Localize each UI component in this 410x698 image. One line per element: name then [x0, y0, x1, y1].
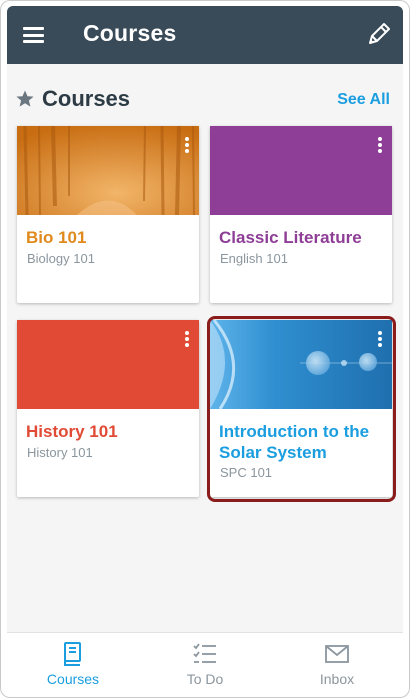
tab-inbox[interactable]: Inbox — [271, 633, 403, 693]
course-list-area: Courses See All Bio 101 Biology 101 Clas… — [7, 64, 403, 632]
book-icon — [64, 642, 81, 666]
course-card-classic-literature[interactable]: Classic Literature English 101 — [210, 126, 392, 303]
course-options-icon[interactable] — [182, 135, 192, 155]
course-card-bio-101[interactable]: Bio 101 Biology 101 — [17, 126, 199, 303]
course-card-image — [17, 126, 199, 215]
course-options-icon[interactable] — [375, 329, 385, 349]
section-title: Courses — [42, 86, 131, 111]
course-card-image — [210, 126, 392, 215]
course-card-image — [210, 320, 392, 409]
course-options-icon[interactable] — [182, 329, 192, 349]
bottom-nav: Courses To Do Inbox — [7, 632, 403, 692]
course-card-history-101[interactable]: History 101 History 101 — [17, 320, 199, 497]
course-code: SPC 101 — [220, 465, 273, 480]
page-title: Courses — [83, 20, 177, 46]
course-code: Biology 101 — [27, 251, 95, 266]
course-code: History 101 — [27, 445, 93, 460]
course-name: Bio 101 — [26, 228, 87, 247]
hamburger-menu-icon[interactable] — [23, 27, 44, 43]
tab-label: Inbox — [319, 671, 355, 687]
checklist-icon — [193, 643, 216, 663]
tab-label: Courses — [46, 671, 100, 687]
tab-label: To Do — [186, 671, 224, 687]
envelope-icon — [325, 645, 349, 663]
star-icon — [16, 90, 34, 107]
see-all-link[interactable]: See All — [337, 91, 390, 109]
course-card-solar-system[interactable]: Introduction to the Solar System SPC 101 — [210, 320, 392, 497]
course-card-image — [17, 320, 199, 409]
app-screen: Courses Courses See All Bio 101 Biology … — [0, 0, 410, 698]
course-name: Classic Literature — [219, 228, 362, 247]
course-name: Introduction to the Solar System — [219, 422, 370, 462]
pencil-icon[interactable] — [365, 20, 393, 48]
course-code: English 101 — [220, 251, 288, 266]
tab-courses[interactable]: Courses — [7, 633, 139, 693]
course-options-icon[interactable] — [375, 135, 385, 155]
course-name: History 101 — [26, 422, 118, 441]
app-bar: Courses — [7, 6, 403, 64]
tab-to-do[interactable]: To Do — [139, 633, 271, 693]
section-header: Courses See All — [15, 86, 395, 114]
